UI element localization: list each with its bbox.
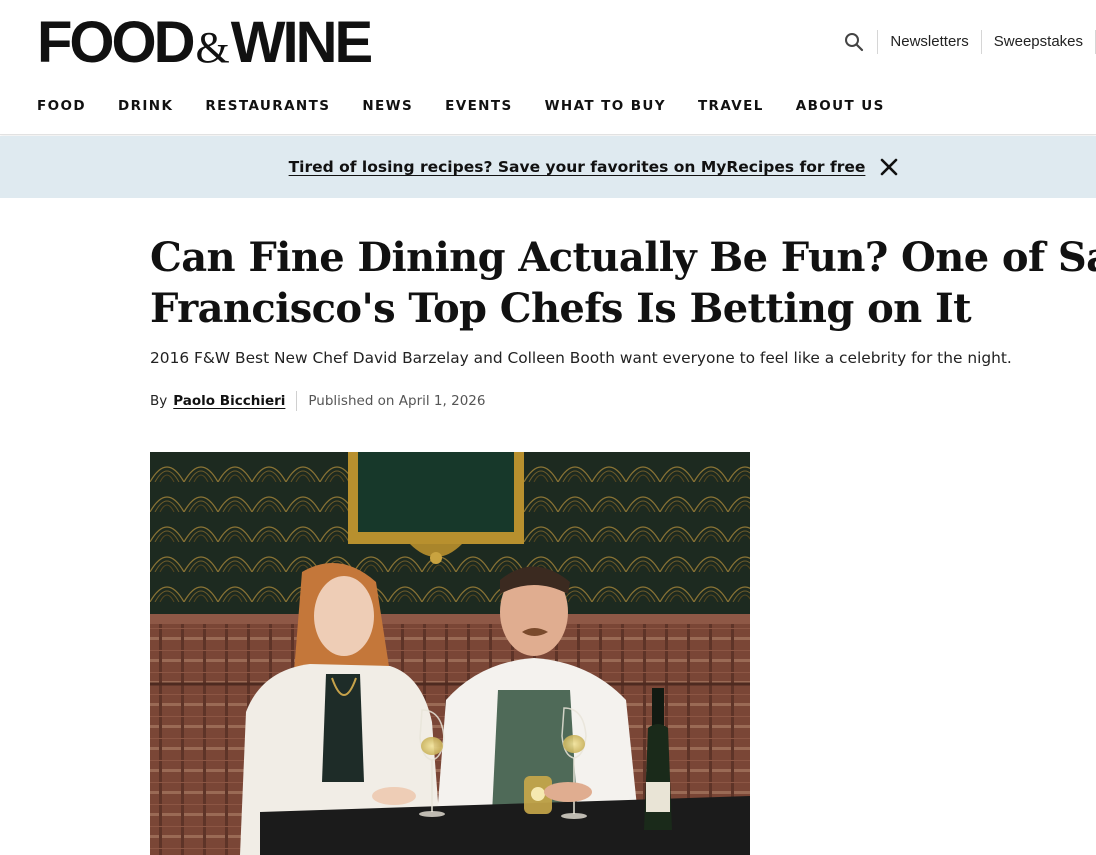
site-logo[interactable]: FOOD & WINE xyxy=(37,10,373,75)
utility-bar: Newsletters Sweepstakes xyxy=(834,28,1096,56)
main-nav: FOOD DRINK RESTAURANTS NEWS EVENTS WHAT … xyxy=(37,96,917,116)
article-headline: Can Fine Dining Actually Be Fun? One of … xyxy=(150,232,1096,334)
headline-line: Francisco's Top Chefs Is Betting on It xyxy=(150,285,972,332)
nav-item-food[interactable]: FOOD xyxy=(37,96,86,116)
nav-item-news[interactable]: NEWS xyxy=(362,96,413,116)
site-header: FOOD & WINE Newsletters Sweepstakes FOOD… xyxy=(0,0,1096,135)
nav-item-about-us[interactable]: ABOUT US xyxy=(796,96,885,116)
search-button[interactable] xyxy=(834,28,874,56)
search-icon xyxy=(845,33,864,52)
byline-divider xyxy=(296,391,298,411)
sweepstakes-link[interactable]: Sweepstakes xyxy=(982,28,1095,56)
nav-item-travel[interactable]: TRAVEL xyxy=(698,96,764,116)
promo-banner: Tired of losing recipes? Save your favor… xyxy=(0,136,1096,198)
hero-image xyxy=(150,452,750,855)
newsletters-link[interactable]: Newsletters xyxy=(878,28,980,56)
nav-item-what-to-buy[interactable]: WHAT TO BUY xyxy=(545,96,666,116)
byline-label: By xyxy=(150,393,168,409)
logo-word-wine: WINE xyxy=(230,10,373,75)
myrecipes-promo-link[interactable]: Tired of losing recipes? Save your favor… xyxy=(289,158,866,176)
publish-date: Published on April 1, 2026 xyxy=(308,393,486,409)
author-link[interactable]: Paolo Bicchieri xyxy=(173,393,285,409)
close-icon xyxy=(881,158,898,176)
article-subheading: 2016 F&W Best New Chef David Barzelay an… xyxy=(150,349,1012,367)
banner-close-button[interactable] xyxy=(879,157,899,177)
headline-line: Can Fine Dining Actually Be Fun? One of … xyxy=(150,234,1096,281)
nav-item-events[interactable]: EVENTS xyxy=(445,96,513,116)
logo-ampersand: & xyxy=(195,23,230,72)
logo-word-food: FOOD xyxy=(37,10,196,75)
nav-item-drink[interactable]: DRINK xyxy=(118,96,173,116)
nav-item-restaurants[interactable]: RESTAURANTS xyxy=(205,96,330,116)
byline: By Paolo Bicchieri Published on April 1,… xyxy=(150,390,485,412)
